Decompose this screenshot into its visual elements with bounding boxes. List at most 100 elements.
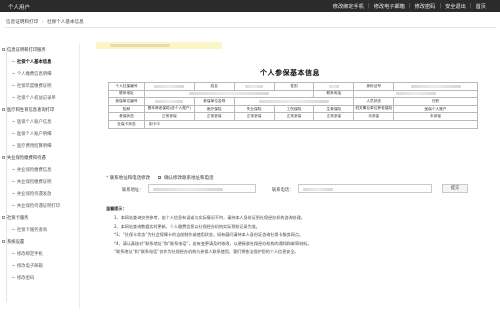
tip-line: *3、“社保卡状态”为社会保障卡的当前制作或使用状态，如有疑问请持本人身份证咨询… — [114, 232, 304, 238]
tips-section: 温馨提示： 1、本网站查询仅供参考，若个人信息有误或与实际情况不符，请持本人身份… — [106, 206, 486, 258]
breadcrumb-separator: › — [41, 20, 44, 25]
sidebar-item-medical-account-details[interactable]: 医保个人账户明细 — [2, 131, 80, 137]
table-value — [313, 82, 355, 91]
sidebar-item-unemployment-payment[interactable]: 失业保险缴费信息 — [2, 167, 80, 173]
table-value — [393, 82, 478, 91]
tip-line: “联系地址”和“联系电话”仅作为社保经办机构与参保人联系使用，我们将依法保护您的… — [114, 249, 299, 255]
sidebar-group-settings[interactable]: 系统设置 — [2, 239, 80, 245]
tip-line: *4、请认真核对“联系地址”和“联系电话”，若有变更请及时修改，以便接收社保经办… — [114, 240, 312, 246]
sidebar-item-card-query[interactable]: 社保卡服务查询 — [2, 227, 80, 233]
table-row: 个人社保编号 姓名 性别 身份证号 — [108, 82, 478, 91]
basic-info-table: 个人社保编号 姓名 性别 身份证号 联系地址 联系电话 参保单位编号 参保单位名… — [108, 82, 479, 129]
status-cell: 正常参保 — [193, 112, 235, 121]
table-row: 参保单位编号 参保单位名称 人员状态 在职 — [108, 97, 478, 106]
sidebar-group-medical[interactable]: 医疗和生育信息查询打印 — [2, 107, 80, 113]
top-bar: 个人用户 修改绑定手机 | 修改电子邮箱 | 修改密码 | 安全退出 | 首页 — [0, 0, 500, 12]
submit-button[interactable]: 提交 — [442, 184, 468, 193]
table-label: 工伤保险 — [273, 104, 315, 114]
page-title: 个人参保基本信息 — [260, 69, 320, 77]
sidebar-item-rights-record[interactable]: 社保个人权益记录单 — [2, 95, 80, 101]
table-value — [353, 89, 478, 99]
status-cell: 正常参保 — [313, 112, 355, 121]
table-label: 联系地址 — [108, 89, 145, 99]
address-label: 联系地址： — [122, 188, 144, 193]
table-value — [143, 97, 195, 106]
table-row: 社保卡状态 制卡中 — [108, 119, 479, 129]
collapse-box-icon — [2, 156, 5, 159]
sidebar-group-certificates[interactable]: 信息证明和打印服务 — [2, 47, 80, 53]
table-label: 参保单位编号 — [108, 97, 145, 106]
app-title: 个人用户 — [8, 5, 31, 11]
tip-line: 1、本网站查询仅供参考，若个人信息有误或与实际情况不符，请持本人身份证到社保经办… — [114, 215, 305, 220]
table-label: 医疗保险 — [193, 104, 235, 114]
notice-banner — [96, 42, 222, 49]
table-value — [143, 89, 315, 99]
table-label: 性别 — [273, 82, 315, 91]
top-nav: 修改绑定手机 | 修改电子邮箱 | 修改密码 | 安全退出 | 首页 — [329, 3, 490, 10]
sidebar-item-medical-account[interactable]: 医保个人账户信息 — [2, 119, 80, 125]
sidebar-item-annual-certificate[interactable]: 社保年度缴费证明 — [2, 83, 80, 89]
phone-input[interactable] — [298, 184, 432, 193]
sidebar-item-unemployment-print[interactable]: 失业保险待遇证明打印 — [2, 203, 80, 209]
table-label: 个人社保编号 — [108, 82, 145, 91]
phone-label: 联系电话： — [272, 188, 294, 193]
table-value — [233, 82, 275, 91]
confirm-checkbox-label: 确认修改联系地址和电话 — [164, 176, 214, 181]
sidebar: 信息证明和打印服务 社保个人基本信息 个人缴费信息明细 社保年度缴费证明 社保个… — [2, 43, 80, 309]
tip-line: 2、本网站查询数据实时更新，个人缴费信息以社保经办机构实际到账记录为准。 — [114, 223, 260, 229]
nav-change-phone[interactable]: 修改绑定手机 — [329, 3, 368, 10]
collapse-box-icon — [2, 108, 5, 111]
main-content: 个人参保基本信息 个人社保编号 姓名 性别 身份证号 联系地址 联系电话 参保单… — [86, 36, 494, 311]
confirm-checkbox[interactable] — [157, 176, 161, 179]
table-label: 身份证号 — [353, 82, 395, 91]
table-label: 生育保险 — [313, 104, 355, 114]
tips-title: 温馨提示： — [106, 206, 127, 211]
status-cell: 正常参保 — [233, 112, 275, 121]
table-label: 联系电话 — [313, 89, 355, 99]
sidebar-item-change-password[interactable]: 修改密码 — [2, 275, 80, 281]
contact-section-heading: * 联系地址和电话修改 确认修改联系地址和电话 — [106, 176, 214, 181]
sidebar-group-unemployment[interactable]: 失业保险缴费和待遇 — [2, 155, 80, 161]
nav-change-password[interactable]: 修改密码 — [411, 3, 440, 10]
collapse-box-icon — [2, 48, 5, 51]
table-value — [233, 97, 355, 106]
table-label: 人员状态 — [353, 97, 395, 106]
table-label: 参保状态 — [108, 112, 145, 121]
status-cell: 未参保 — [393, 112, 478, 121]
collapse-box-icon — [2, 216, 5, 219]
nav-home[interactable]: 首页 — [472, 3, 490, 10]
table-row: 联系地址 联系电话 — [108, 89, 478, 99]
address-input[interactable] — [148, 184, 256, 193]
sidebar-item-change-email[interactable]: 修改电子邮箱 — [2, 263, 80, 269]
status-cell: 正常参保 — [273, 112, 315, 121]
table-label: 社保卡状态 — [108, 119, 145, 129]
sidebar-item-change-phone[interactable]: 修改绑定手机 — [2, 251, 80, 257]
redacted-text — [110, 44, 170, 47]
status-cell: 未参保 — [353, 112, 395, 121]
required-star: * — [106, 176, 109, 181]
table-row: 险种 基本养老保险(含个人账户) 医疗保险 失业保险 工伤保险 生育保险 机关事… — [108, 104, 478, 114]
table-value — [143, 82, 195, 91]
table-label: 医保个人账户 — [393, 104, 478, 114]
breadcrumb-item[interactable]: 信息证明和打印 — [6, 20, 38, 25]
sidebar-item-unemployment-certificate[interactable]: 失业保险缴费证明 — [2, 179, 80, 185]
table-label: 姓名 — [193, 82, 235, 91]
collapse-box-icon — [2, 240, 5, 243]
table-label: 险种 — [108, 104, 145, 114]
table-label: 基本养老保险(含个人账户) — [143, 104, 195, 114]
breadcrumb-current: 社保个人基本信息 — [46, 20, 84, 25]
breadcrumb: 信息证明和打印 › 社保个人基本信息 — [6, 19, 84, 25]
nav-change-email[interactable]: 修改电子邮箱 — [370, 3, 409, 10]
card-status-value: 制卡中 — [143, 119, 479, 129]
table-label: 机关事业单位养老保险 — [353, 104, 395, 114]
sidebar-item-basic-info[interactable]: 社保个人基本信息 — [2, 59, 80, 65]
nav-logout[interactable]: 安全退出 — [441, 3, 470, 10]
status-cell: 正常参保 — [143, 112, 195, 121]
sidebar-item-medical-settlement[interactable]: 医疗费用结算明细 — [2, 143, 80, 149]
table-value: 在职 — [393, 97, 478, 106]
sidebar-group-card[interactable]: 社保卡服务 — [2, 215, 80, 221]
sidebar-item-unemployment-benefits[interactable]: 失业保险待遇发放 — [2, 191, 80, 197]
table-label: 失业保险 — [233, 104, 275, 114]
sidebar-item-payment-details[interactable]: 个人缴费信息明细 — [2, 71, 80, 77]
table-label: 参保单位名称 — [193, 97, 235, 106]
